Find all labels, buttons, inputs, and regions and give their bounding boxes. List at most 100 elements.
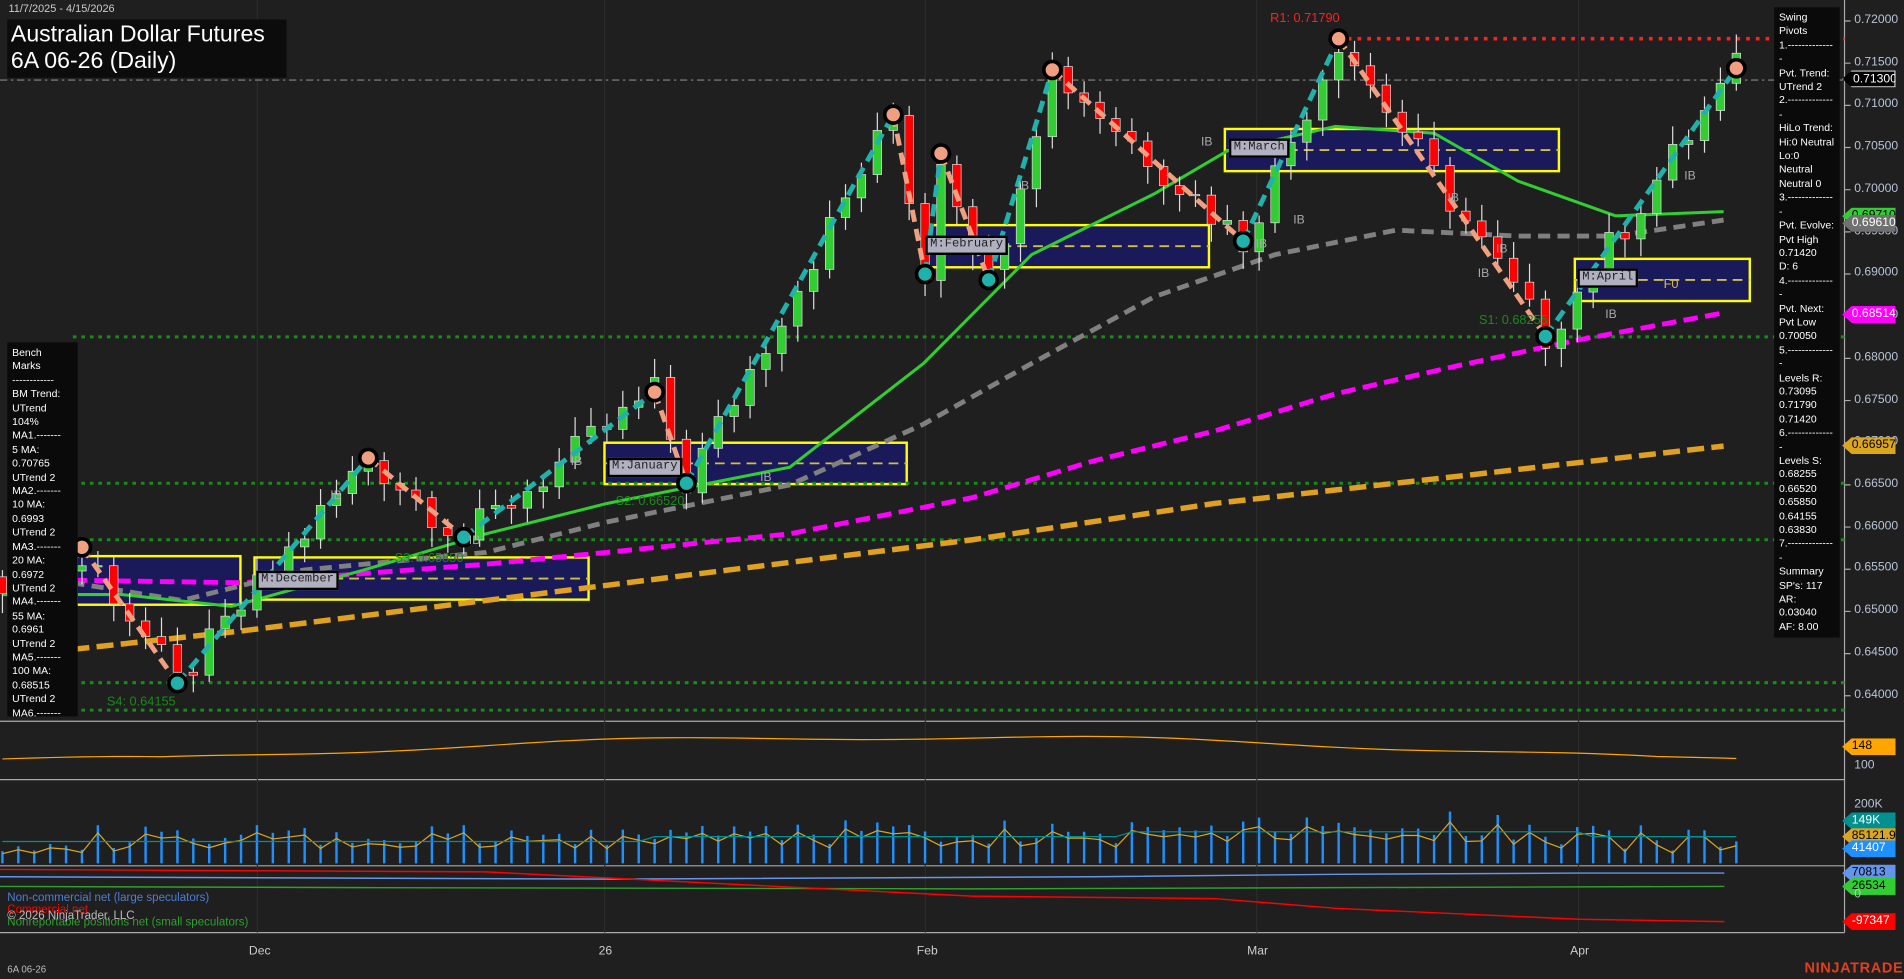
swing-line: 0.71420 [1779, 413, 1835, 427]
month-label-february: M:February [925, 236, 1008, 255]
candle-up [587, 426, 596, 436]
chart-title: Australian Dollar Futures [11, 22, 283, 49]
volume-ma-line [2, 822, 1736, 854]
candle-up [237, 610, 246, 616]
date-label-dec: Dec [249, 945, 271, 958]
last-price-tag: 0.71300 [1842, 70, 1895, 87]
candle-down [1430, 139, 1439, 166]
swing-line: Pvt. Trend: [1779, 66, 1835, 80]
volume-avg-line [2, 832, 1736, 842]
month-label-march: M:March [1229, 138, 1290, 157]
swing-line: 0.65850 [1779, 496, 1835, 510]
copyright: © 2026 NinjaTrader, LLC [7, 910, 134, 923]
candle-down [1621, 232, 1630, 238]
candle-up [778, 326, 787, 353]
candle-down [507, 505, 516, 508]
nonreportable-line [0, 886, 1724, 888]
swing-line: AF: 8.00 [1779, 620, 1835, 634]
bench-line: MA1.------- [12, 429, 73, 443]
swing-line: Lo:0 Neutral [1779, 149, 1835, 177]
candle-down [1478, 221, 1487, 237]
month-label-december: M:December [256, 571, 339, 590]
candle-up [1016, 189, 1025, 244]
indicator-line [2, 736, 1736, 759]
bench-line: MA5.------- [12, 651, 73, 665]
candle-up [794, 291, 803, 326]
date-label-feb: Feb [917, 945, 938, 958]
bench-line: 0.6972 [12, 568, 73, 582]
swing-line: 7.-------------- [1779, 537, 1835, 565]
candle-up [1223, 220, 1232, 224]
bench-line: 0.70765 [12, 457, 73, 471]
swing-low-marker [678, 475, 695, 492]
price-tick: 0.66000 [1854, 519, 1898, 532]
inside-bar-label: IB [469, 534, 480, 547]
nonreportable-tag: 26534 [1842, 878, 1895, 895]
chart-window: 11/7/2025 - 4/15/2026 Australian Dollar … [0, 0, 1904, 979]
candle-down [0, 577, 7, 594]
swing-line: HiLo Trend: [1779, 122, 1835, 136]
swing-line: 0.71420 [1779, 246, 1835, 260]
price-tick: 0.67500 [1854, 393, 1898, 406]
swing-line: Swing Pivots [1779, 11, 1835, 39]
swing-low-marker [917, 266, 934, 283]
price-chart[interactable] [0, 0, 1904, 979]
commercial-tag: -97347 [1842, 913, 1895, 930]
swing-pivots-panel: Swing Pivots1.--------------Pvt. Trend:U… [1774, 7, 1840, 638]
bench-line: ------------ [12, 374, 73, 388]
swing-line: Pvt. Evolve: [1779, 219, 1835, 233]
volume-avg-tag: 149K [1842, 812, 1895, 829]
candle-up [698, 448, 707, 493]
date-label-apr: Apr [1570, 945, 1589, 958]
candle-up [937, 164, 946, 280]
f0-label: F0 [1664, 277, 1679, 292]
inside-bar-label: IB [1605, 308, 1616, 321]
inside-bar-label: IB [330, 489, 341, 502]
s1-label: S1: 0.68255 [1479, 313, 1548, 328]
swing-line: Levels S: [1779, 454, 1835, 468]
candle-up [1032, 137, 1041, 189]
bench-line: 10 MA: [12, 498, 73, 512]
volume-tag: 41407 [1842, 840, 1895, 857]
swing-line: 0.63830 [1779, 523, 1835, 537]
ma55-tag: 0.69610 [1842, 215, 1895, 232]
candle-down [1366, 66, 1375, 85]
candle-down [1509, 258, 1518, 282]
swing-low-marker [1537, 328, 1554, 345]
swing-line: Pvt Low [1779, 316, 1835, 330]
candle-down [189, 672, 198, 675]
ma200-tag: 0.66957 [1842, 437, 1895, 454]
date-label-jan: 26 [599, 945, 613, 958]
swing-line: 4.-------------- [1779, 274, 1835, 302]
s3-label: S3: 0.65850 [395, 551, 464, 566]
bench-line: UTrend 2 [12, 471, 73, 485]
r1-label: R1: 0.71790 [1270, 11, 1339, 26]
month-label-january: M:January [607, 458, 682, 477]
bench-line: MA6.------- [12, 706, 73, 716]
swing-line: 0.66520 [1779, 482, 1835, 496]
inside-bar-label: IB [1256, 238, 1267, 251]
price-tick: 0.70500 [1854, 140, 1898, 153]
price-tick: 0.71500 [1854, 56, 1898, 69]
bench-line: MA4.------- [12, 595, 73, 609]
bench-line: 100 MA: [12, 665, 73, 679]
swing-line: UTrend 2 [1779, 80, 1835, 94]
instrument-label: 6A 06-26 [7, 964, 46, 975]
candle-up [523, 492, 532, 509]
swing-line: 2.-------------- [1779, 94, 1835, 122]
swing-line: 0.73095 [1779, 385, 1835, 399]
swing-high-marker [1728, 60, 1745, 77]
inside-bar-label: IB [571, 455, 582, 468]
bench-line: 20 MA: [12, 554, 73, 568]
swing-line: 0.64155 [1779, 510, 1835, 524]
candle-down [1414, 132, 1423, 139]
price-tick: 0.64000 [1854, 688, 1898, 701]
swing-low-marker [980, 271, 997, 288]
bench-line: UTrend 104% [12, 401, 73, 429]
swing-line: 3.-------------- [1779, 191, 1835, 219]
candle-down [905, 115, 914, 203]
candle-up [1303, 120, 1312, 142]
bench-line: 0.6961 [12, 623, 73, 637]
candle-down [1207, 195, 1216, 224]
swing-line: 1.-------------- [1779, 39, 1835, 67]
